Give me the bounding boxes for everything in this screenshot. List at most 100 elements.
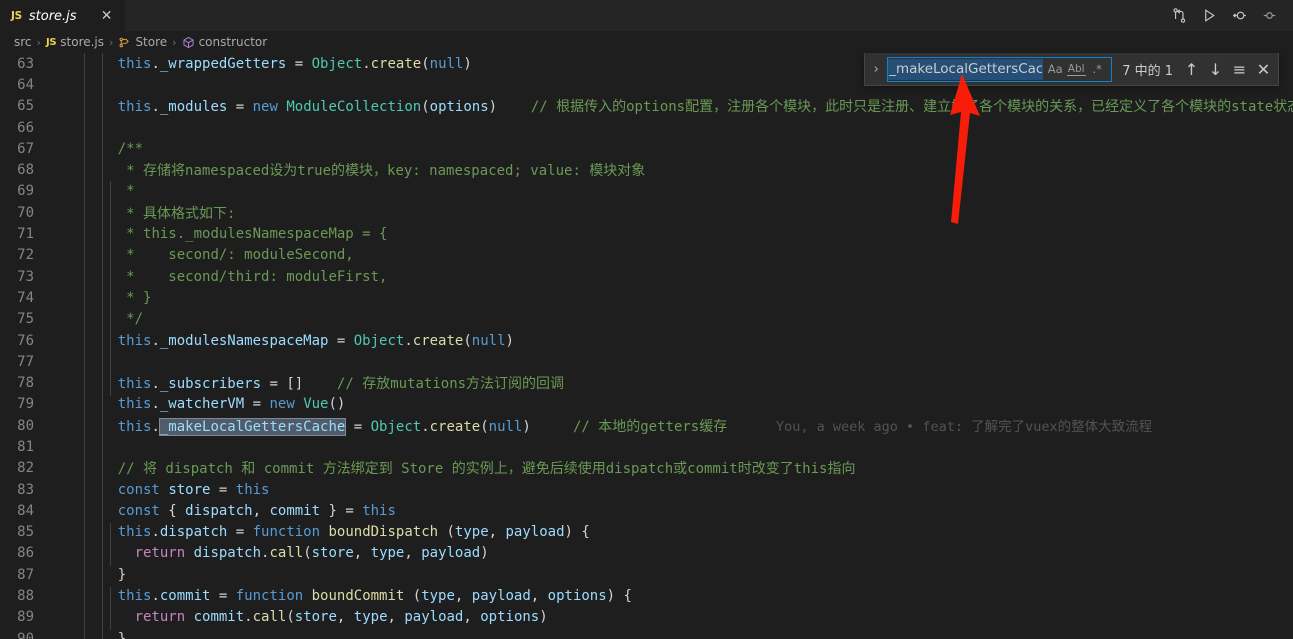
match-whole-word-toggle[interactable]: Abl: [1066, 59, 1086, 79]
line-number: 90: [17, 630, 34, 639]
code-line[interactable]: 82 // 将 dispatch 和 commit 方法绑定到 Store 的实…: [0, 458, 1293, 479]
match-case-toggle[interactable]: Aa: [1045, 59, 1065, 79]
code-token: =: [328, 332, 354, 349]
code-line[interactable]: 66: [0, 117, 1293, 138]
code-content[interactable]: /**: [84, 141, 1293, 157]
find-input-box[interactable]: Aa Abl .*: [887, 56, 1113, 82]
code-token: this: [117, 524, 152, 541]
find-widget[interactable]: › Aa Abl .* 7 中的 1 ↑ ↓ ≡ ✕: [864, 53, 1279, 86]
line-number: 84: [17, 502, 34, 519]
code-token: ): [488, 99, 498, 116]
code-line[interactable]: 74 * }: [0, 287, 1293, 308]
code-line[interactable]: 67 /**: [0, 138, 1293, 159]
code-line[interactable]: 79 this._watcherVM = new Vue(): [0, 394, 1293, 415]
code-token: .: [404, 332, 413, 349]
code-token: *: [126, 183, 135, 200]
code-line[interactable]: 90 }: [0, 628, 1293, 639]
code-content[interactable]: this.dispatch = function boundDispatch (…: [84, 524, 1293, 540]
code-line[interactable]: 68 * 存储将namespaced设为true的模块，key: namespa…: [0, 159, 1293, 180]
code-token: (: [480, 419, 489, 436]
breadcrumb-item-store-class[interactable]: Store: [115, 35, 170, 49]
code-token: boundCommit: [311, 588, 405, 605]
run-icon[interactable]: [1195, 2, 1223, 30]
code-token: .: [151, 588, 160, 605]
code-token: ,: [353, 545, 371, 562]
code-token: ModuleCollection: [286, 99, 422, 116]
split-editor-icon[interactable]: [1165, 2, 1193, 30]
code-token: Object: [311, 55, 363, 72]
code-content[interactable]: return dispatch.call(store, type, payloa…: [84, 545, 1293, 561]
breadcrumb-item-store-js[interactable]: JS store.js: [43, 35, 107, 49]
code-content[interactable]: this.commit = function boundCommit (type…: [84, 588, 1293, 604]
code-content[interactable]: const { dispatch, commit } = this: [84, 503, 1293, 519]
code-token: }: [117, 566, 127, 583]
code-content[interactable]: const store = this: [84, 482, 1293, 498]
code-content[interactable]: * second/: moduleSecond,: [84, 247, 1293, 263]
code-line[interactable]: 72 * second/: moduleSecond,: [0, 245, 1293, 266]
code-content[interactable]: return commit.call(store, type, payload,…: [84, 609, 1293, 625]
close-find-button[interactable]: ✕: [1253, 59, 1274, 80]
code-content[interactable]: * second/third: moduleFirst,: [84, 269, 1293, 285]
code-token: null: [471, 332, 506, 349]
line-number: 66: [17, 119, 34, 136]
code-line[interactable]: 65 this._modules = new ModuleCollection(…: [0, 96, 1293, 117]
code-line[interactable]: 85 this.dispatch = function boundDispatc…: [0, 522, 1293, 543]
code-token: ,: [336, 609, 354, 626]
line-number: 79: [17, 396, 34, 413]
find-in-selection-button[interactable]: ≡: [1229, 59, 1250, 80]
code-editor[interactable]: 63 this._wrappedGetters = Object.create(…: [0, 53, 1293, 639]
editor-tab-store-js[interactable]: JS store.js ✕: [0, 0, 126, 31]
more-actions-icon[interactable]: [1255, 2, 1283, 30]
code-content[interactable]: this._modulesNamespaceMap = Object.creat…: [84, 333, 1293, 349]
indent-guide: [110, 587, 111, 630]
code-content[interactable]: *: [84, 183, 1293, 199]
code-token: this: [117, 99, 152, 116]
close-icon[interactable]: ✕: [98, 7, 116, 25]
code-content[interactable]: }: [84, 567, 1293, 583]
code-line[interactable]: 81: [0, 436, 1293, 457]
code-content[interactable]: this._modules = new ModuleCollection(opt…: [84, 96, 1293, 116]
code-content[interactable]: this._makeLocalGettersCache = Object.cre…: [84, 415, 1293, 437]
code-line[interactable]: 69 *: [0, 181, 1293, 202]
code-line[interactable]: 83 const store = this: [0, 479, 1293, 500]
code-content[interactable]: this._subscribers = [] // 存放mutations方法订…: [84, 373, 1293, 393]
breadcrumb-item-src[interactable]: src: [11, 35, 35, 49]
code-line[interactable]: 70 * 具体格式如下:: [0, 202, 1293, 223]
go-back-icon[interactable]: [1225, 2, 1253, 30]
code-line[interactable]: 80 this._makeLocalGettersCache = Object.…: [0, 415, 1293, 437]
code-line[interactable]: 78 this._subscribers = [] // 存放mutations…: [0, 372, 1293, 393]
code-content[interactable]: * this._modulesNamespaceMap = {: [84, 226, 1293, 242]
code-line[interactable]: 87 }: [0, 564, 1293, 585]
code-content[interactable]: }: [84, 631, 1293, 639]
code-token: store: [294, 609, 337, 626]
code-line[interactable]: 89 return commit.call(store, type, paylo…: [0, 607, 1293, 628]
toggle-replace-icon[interactable]: ›: [867, 56, 885, 82]
code-line[interactable]: 75 */: [0, 309, 1293, 330]
code-content[interactable]: * 具体格式如下:: [84, 203, 1293, 223]
code-content[interactable]: * 存储将namespaced设为true的模块，key: namespaced…: [84, 160, 1293, 180]
git-blame-annotation[interactable]: You, a week ago • feat: 了解完了vuex的整体大致流程: [727, 419, 1152, 435]
code-content[interactable]: */: [84, 311, 1293, 327]
code-content[interactable]: * }: [84, 290, 1293, 306]
code-token: * }: [126, 289, 152, 306]
code-line[interactable]: 84 const { dispatch, commit } = this: [0, 500, 1293, 521]
code-line[interactable]: 73 * second/third: moduleFirst,: [0, 266, 1293, 287]
next-match-button[interactable]: ↓: [1205, 59, 1226, 80]
code-line[interactable]: 76 this._modulesNamespaceMap = Object.cr…: [0, 330, 1293, 351]
code-content[interactable]: // 将 dispatch 和 commit 方法绑定到 Store 的实例上，…: [84, 458, 1293, 478]
code-token: commit: [159, 588, 211, 605]
breadcrumb-item-constructor[interactable]: constructor: [179, 35, 271, 49]
previous-match-button[interactable]: ↑: [1181, 59, 1202, 80]
code-token: }: [117, 630, 127, 639]
code-line[interactable]: 71 * this._modulesNamespaceMap = {: [0, 223, 1293, 244]
code-line[interactable]: 77: [0, 351, 1293, 372]
code-content[interactable]: this._watcherVM = new Vue(): [84, 396, 1293, 412]
use-regex-toggle[interactable]: .*: [1087, 59, 1107, 79]
code-line[interactable]: 86 return dispatch.call(store, type, pay…: [0, 543, 1293, 564]
find-input[interactable]: [888, 58, 1044, 80]
code-lines: 63 this._wrappedGetters = Object.create(…: [0, 53, 1293, 639]
code-line[interactable]: 88 this.commit = function boundCommit (t…: [0, 585, 1293, 606]
